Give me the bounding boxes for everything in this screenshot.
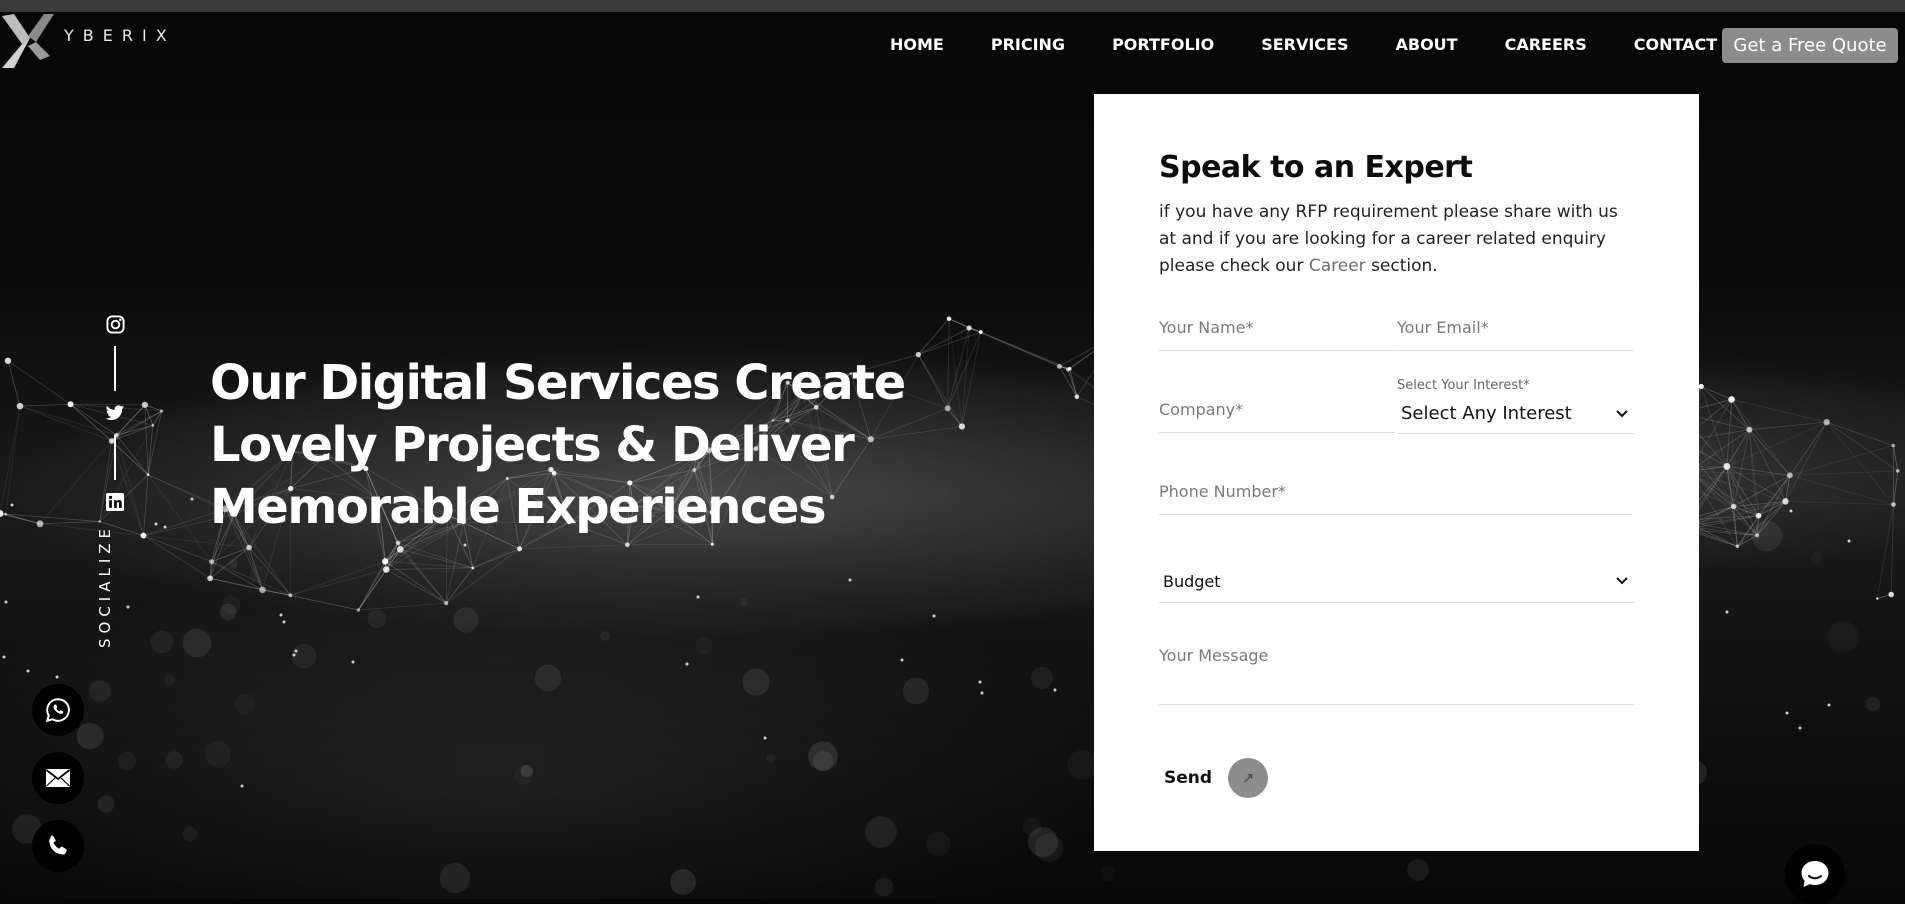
- get-free-quote-button[interactable]: Get a Free Quote: [1722, 28, 1898, 63]
- top-strip: [0, 0, 1905, 12]
- email-button[interactable]: [32, 752, 84, 804]
- name-field-wrap: [1159, 318, 1395, 351]
- phone-icon: [45, 833, 71, 859]
- logo-text: YBERIX: [64, 26, 176, 45]
- email-icon: [45, 768, 71, 788]
- twitter-icon[interactable]: [103, 401, 127, 425]
- phone-button[interactable]: [32, 820, 84, 872]
- socialize-label: SOCIALIZE: [96, 524, 114, 648]
- nav-services[interactable]: SERVICES: [1261, 35, 1348, 54]
- social-links: [103, 312, 127, 514]
- social-divider: [114, 435, 116, 480]
- interest-select-value: Select Any Interest: [1401, 403, 1572, 424]
- logo-x-icon: [0, 12, 56, 70]
- send-button[interactable]: ↗: [1228, 758, 1268, 798]
- form-title: Speak to an Expert: [1159, 150, 1472, 185]
- instagram-icon[interactable]: [103, 312, 127, 336]
- chat-widget-button[interactable]: [1785, 844, 1845, 904]
- message-field-wrap: [1159, 646, 1634, 705]
- budget-select[interactable]: Budget: [1159, 560, 1634, 603]
- send-row: Send ↗: [1164, 758, 1268, 798]
- chat-icon: [1798, 857, 1832, 891]
- email-field-wrap: [1397, 318, 1633, 351]
- social-divider: [114, 346, 116, 391]
- interest-select[interactable]: Select Any Interest: [1397, 394, 1634, 434]
- phone-input[interactable]: [1159, 482, 1632, 501]
- message-input[interactable]: [1159, 646, 1634, 686]
- hero-headline: Our Digital Services Create Lovely Proje…: [210, 352, 910, 538]
- nav-careers[interactable]: CAREERS: [1505, 35, 1587, 54]
- company-input[interactable]: [1159, 400, 1395, 419]
- career-link[interactable]: Career: [1309, 256, 1366, 276]
- name-input[interactable]: [1159, 318, 1395, 337]
- budget-select-value: Budget: [1163, 572, 1221, 591]
- main-nav: HOME PRICING PORTFOLIO SERVICES ABOUT CA…: [890, 35, 1764, 54]
- interest-label: Select Your Interest*: [1397, 378, 1530, 393]
- linkedin-icon[interactable]: [103, 490, 127, 514]
- phone-field-wrap: [1159, 482, 1632, 515]
- company-field-wrap: [1159, 400, 1395, 433]
- chevron-down-icon: [1616, 410, 1628, 418]
- nav-pricing[interactable]: PRICING: [991, 35, 1065, 54]
- nav-portfolio[interactable]: PORTFOLIO: [1112, 35, 1214, 54]
- nav-about[interactable]: ABOUT: [1396, 35, 1458, 54]
- whatsapp-icon: [45, 697, 71, 723]
- whatsapp-button[interactable]: [32, 684, 84, 736]
- send-label[interactable]: Send: [1164, 768, 1212, 788]
- chevron-down-icon: [1616, 577, 1628, 585]
- arrow-up-right-icon: ↗: [1242, 769, 1255, 787]
- email-input[interactable]: [1397, 318, 1633, 337]
- form-description: if you have any RFP requirement please s…: [1159, 199, 1629, 280]
- nav-contact[interactable]: CONTACT: [1634, 35, 1717, 54]
- logo[interactable]: YBERIX: [0, 12, 176, 70]
- contact-form-card: Speak to an Expert if you have any RFP r…: [1094, 94, 1699, 851]
- form-description-suffix: section.: [1366, 256, 1438, 276]
- nav-home[interactable]: HOME: [890, 35, 944, 54]
